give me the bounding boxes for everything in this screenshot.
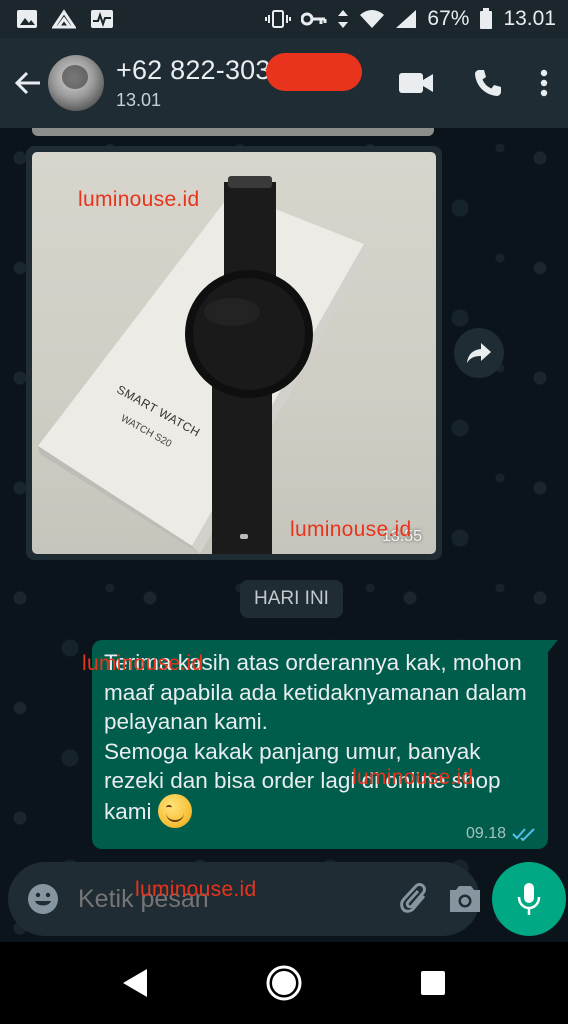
mountain-icon <box>52 9 76 29</box>
voice-call-icon <box>475 70 501 96</box>
more-options-button[interactable] <box>528 59 560 107</box>
voice-call-button[interactable] <box>456 59 520 107</box>
paperclip-icon <box>400 883 426 913</box>
video-call-icon <box>399 73 433 93</box>
vibrate-icon <box>265 9 292 29</box>
system-navigation-bar <box>0 942 568 1024</box>
more-options-icon <box>540 69 548 97</box>
smiling-face-emoji <box>157 793 192 828</box>
watermark: luminouse.id <box>135 878 257 901</box>
status-time: 13.01 <box>503 7 556 30</box>
status-bar: 67% 13.01 <box>0 0 568 38</box>
video-call-button[interactable] <box>384 59 448 107</box>
wifi-icon <box>359 9 385 29</box>
image-icon <box>16 9 38 29</box>
watermark: luminouse.id <box>352 766 474 789</box>
watermark: luminouse.id <box>290 518 412 541</box>
square-recents-icon <box>421 971 446 995</box>
circle-home-icon <box>266 965 302 1001</box>
attach-button[interactable] <box>400 879 430 919</box>
watermark: luminouse.id <box>82 652 204 675</box>
camera-button[interactable] <box>448 879 482 919</box>
signal-icon <box>395 9 417 29</box>
emoji-icon <box>28 884 58 914</box>
battery-icon <box>479 8 493 30</box>
back-button[interactable] <box>4 59 52 107</box>
product-photo[interactable]: SMART WATCH WATCH S20 13.55 <box>32 152 436 554</box>
chat-area[interactable]: SMART WATCH WATCH S20 13.55 luminouse.id… <box>0 128 568 942</box>
voice-message-button[interactable] <box>492 862 566 936</box>
contact-info[interactable]: +62 822-303 13.01 <box>116 53 384 111</box>
vpn-key-icon <box>301 11 327 27</box>
emoji-button[interactable] <box>26 879 60 919</box>
arrow-left-icon <box>14 71 40 95</box>
date-separator: HARI INI <box>240 580 343 618</box>
chat-header: +62 822-303 13.01 <box>0 38 568 128</box>
message-time: 09.18 <box>465 825 506 842</box>
forward-button[interactable] <box>454 328 504 378</box>
data-arrows-icon <box>337 9 349 29</box>
double-check-icon <box>512 828 535 841</box>
nav-home-button[interactable] <box>254 953 314 1013</box>
activity-icon <box>90 9 114 29</box>
forward-icon <box>467 343 491 363</box>
watermark: luminouse.id <box>78 188 200 211</box>
smartwatch-photo <box>38 176 368 554</box>
avatar[interactable] <box>48 55 104 111</box>
camera-icon <box>450 886 480 912</box>
triangle-back-icon <box>122 969 147 997</box>
nav-recents-button[interactable] <box>403 953 463 1013</box>
last-seen: 13.01 <box>116 90 162 110</box>
previous-message-edge <box>32 128 434 136</box>
battery-percentage: 67% <box>427 7 470 30</box>
microphone-icon <box>517 883 541 915</box>
redaction-mark <box>266 53 362 91</box>
nav-back-button[interactable] <box>105 953 165 1013</box>
